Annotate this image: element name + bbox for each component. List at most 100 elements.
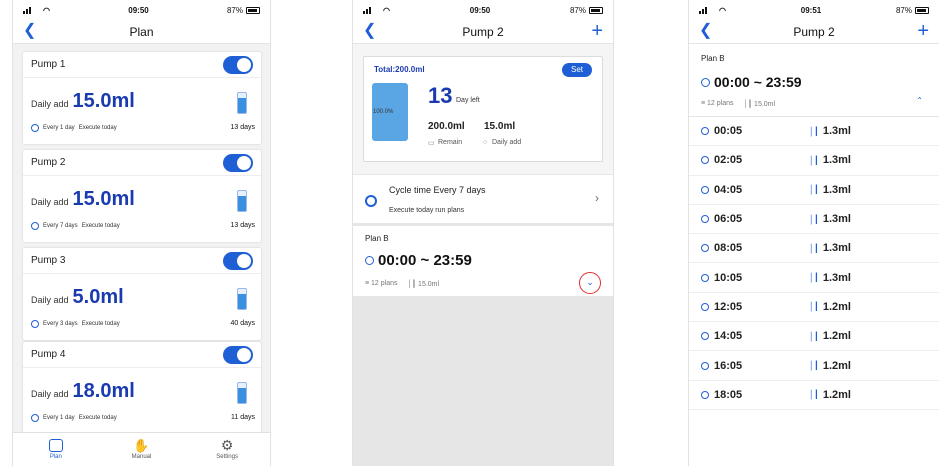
plan-card[interactable]: Plan B 00:00 ~ 23:59 ≡ 12 plans │┃ 15.0ml… <box>353 226 613 296</box>
nav-bar: ❮ Plan <box>13 20 270 44</box>
set-button[interactable]: Set <box>562 63 592 77</box>
dose-volume: 1.2ml <box>822 300 851 313</box>
bottle-icon <box>237 382 247 404</box>
cycle-icon <box>31 320 39 328</box>
dose-time: 08:05 <box>714 242 743 255</box>
wifi-icon: ◠ <box>383 5 390 15</box>
back-icon[interactable]: ❮ <box>363 23 376 39</box>
pump-card-4[interactable]: Pump 4 Daily add 18.0ml Every 1 day Execut… <box>23 342 261 434</box>
dose-volume: 1.2ml <box>822 330 851 343</box>
cycle-subtext: Execute today run plans <box>389 207 465 214</box>
list-item[interactable]: 08:05 │┃ 1.3ml <box>689 234 939 264</box>
chevron-up-icon[interactable]: ⌃ <box>916 96 923 105</box>
chevron-down-icon[interactable]: ⌄ <box>579 272 601 294</box>
daily-add-label: Daily add <box>31 99 69 109</box>
add-plan-button[interactable]: + <box>917 21 929 41</box>
signal-icon <box>699 6 707 14</box>
tab-bar: Plan ✋ Manual ⚙ Settings <box>13 432 270 466</box>
pump-card-2[interactable]: Pump 2 Daily add 15.0ml Every 7 days Execu… <box>23 150 261 242</box>
battery-percent: 87% <box>569 5 586 15</box>
tab-settings[interactable]: ⚙ Settings <box>192 437 262 460</box>
battery-icon <box>589 6 603 14</box>
plan-detail-screen: ◠ 09:51 87% ❮ Pump 2 + Plan B 00:00 ~ 23… <box>688 0 939 466</box>
list-item[interactable]: 02:05 │┃ 1.3ml <box>689 146 939 176</box>
dose-volume: 1.2ml <box>822 388 851 401</box>
list-item[interactable]: 14:05 │┃ 1.2ml <box>689 322 939 352</box>
cycle-icon <box>31 124 39 132</box>
dose-time: 18:05 <box>714 388 743 401</box>
battery-icon <box>915 6 929 14</box>
dose-volume: 1.2ml <box>822 359 851 372</box>
tab-manual[interactable]: ✋ Manual <box>106 439 176 460</box>
clock-icon <box>701 77 710 87</box>
page-title: Pump 2 <box>462 24 504 39</box>
plan-time-range: 00:00 ~ 23:59 <box>378 252 472 269</box>
pump-enable-toggle[interactable] <box>223 153 253 172</box>
dose-volume: 1.3ml <box>822 125 851 138</box>
list-item[interactable]: 04:05 │┃ 1.3ml <box>689 176 939 205</box>
days-left-label: Day left <box>456 97 480 104</box>
cycle-text: Every 3 days <box>43 321 78 327</box>
pump-card-1[interactable]: Pump 1 Daily add 15.0ml Every 1 day Execut… <box>23 52 261 144</box>
pump-enable-toggle[interactable] <box>223 345 253 364</box>
plan-header[interactable]: Plan B 00:00 ~ 23:59 ≡ 12 plans │┃ 15.0ml… <box>689 44 939 117</box>
list-item[interactable]: 10:05 │┃ 1.3ml <box>689 263 939 293</box>
hand-icon: ✋ <box>133 438 150 453</box>
bar-chart-icon: │┃ <box>809 214 819 224</box>
daily-add-value: 5.0ml <box>72 286 124 308</box>
bar-chart-icon: │┃ <box>809 126 819 136</box>
bar-chart-icon: │┃ <box>809 361 819 371</box>
tab-plan[interactable]: Plan <box>21 439 91 460</box>
daily-add-label: Daily add <box>31 197 69 207</box>
plan-name: Plan B <box>701 54 725 63</box>
status-bar: ◠ 09:51 87% <box>689 0 939 20</box>
pump-enable-toggle[interactable] <box>223 55 253 74</box>
dosing-list: 00:05 │┃ 1.3ml 02:05 │┃ 1.3ml 04:05 │┃ 1.3ml 0… <box>689 117 939 410</box>
dose-time: 02:05 <box>714 154 743 167</box>
pump-name: Pump 3 <box>31 255 66 266</box>
execute-text: Execute today <box>78 125 117 131</box>
clock-icon <box>701 185 709 194</box>
bar-chart-icon: │┃ <box>809 331 819 341</box>
signal-icon <box>23 6 31 14</box>
clock-icon <box>701 273 709 282</box>
cycle-icon <box>31 222 39 230</box>
gear-icon: ⚙ <box>220 437 234 453</box>
tab-label: Manual <box>131 454 152 460</box>
plan-volume: 15.0ml <box>754 101 776 108</box>
back-icon[interactable]: ❮ <box>699 23 712 39</box>
execute-text: Execute today <box>81 321 120 327</box>
dose-volume: 1.3ml <box>822 242 851 255</box>
plan-screen: ◠ 09:50 87% ❮ Plan Pump 1 Daily add 15.0m… <box>12 0 271 466</box>
wifi-icon: ◠ <box>719 5 726 15</box>
daily-add-label: Daily add <box>492 139 522 146</box>
list-item[interactable]: 16:05 │┃ 1.2ml <box>689 351 939 381</box>
list-item[interactable]: 00:05 │┃ 1.3ml <box>689 117 939 147</box>
list-item[interactable]: 12:05 │┃ 1.2ml <box>689 293 939 323</box>
clock-icon <box>701 215 709 224</box>
back-icon[interactable]: ❮ <box>23 23 36 39</box>
status-time: 09:50 <box>128 5 149 15</box>
dose-volume: 1.3ml <box>822 271 851 284</box>
list-item[interactable]: 18:05 │┃ 1.2ml <box>689 381 939 410</box>
bottle-icon <box>237 288 247 310</box>
clock-icon <box>365 256 374 265</box>
cycle-icon <box>31 414 39 422</box>
bar-chart-icon: │┃ <box>809 155 819 165</box>
dose-time: 14:05 <box>714 330 743 343</box>
signal-icon <box>363 6 371 14</box>
dose-volume: 1.3ml <box>822 183 851 196</box>
clock-icon <box>701 361 709 370</box>
cycle-time-row[interactable]: Cycle time Every 7 days Execute today ru… <box>353 175 613 223</box>
plan-name: Plan B <box>365 234 389 243</box>
remain-value: 200.0ml <box>428 121 465 132</box>
bottle-icon <box>237 92 247 114</box>
pump-enable-toggle[interactable] <box>223 251 253 270</box>
plan-volume: 15.0ml <box>418 281 440 288</box>
list-item[interactable]: 06:05 │┃ 1.3ml <box>689 205 939 235</box>
execute-text: Execute today <box>81 223 120 229</box>
pump-card-3[interactable]: Pump 3 Daily add 5.0ml Every 3 days Execut… <box>23 248 261 340</box>
add-plan-button[interactable]: + <box>591 21 603 41</box>
list-icon <box>48 439 63 452</box>
daily-add-value: 18.0ml <box>72 380 135 402</box>
